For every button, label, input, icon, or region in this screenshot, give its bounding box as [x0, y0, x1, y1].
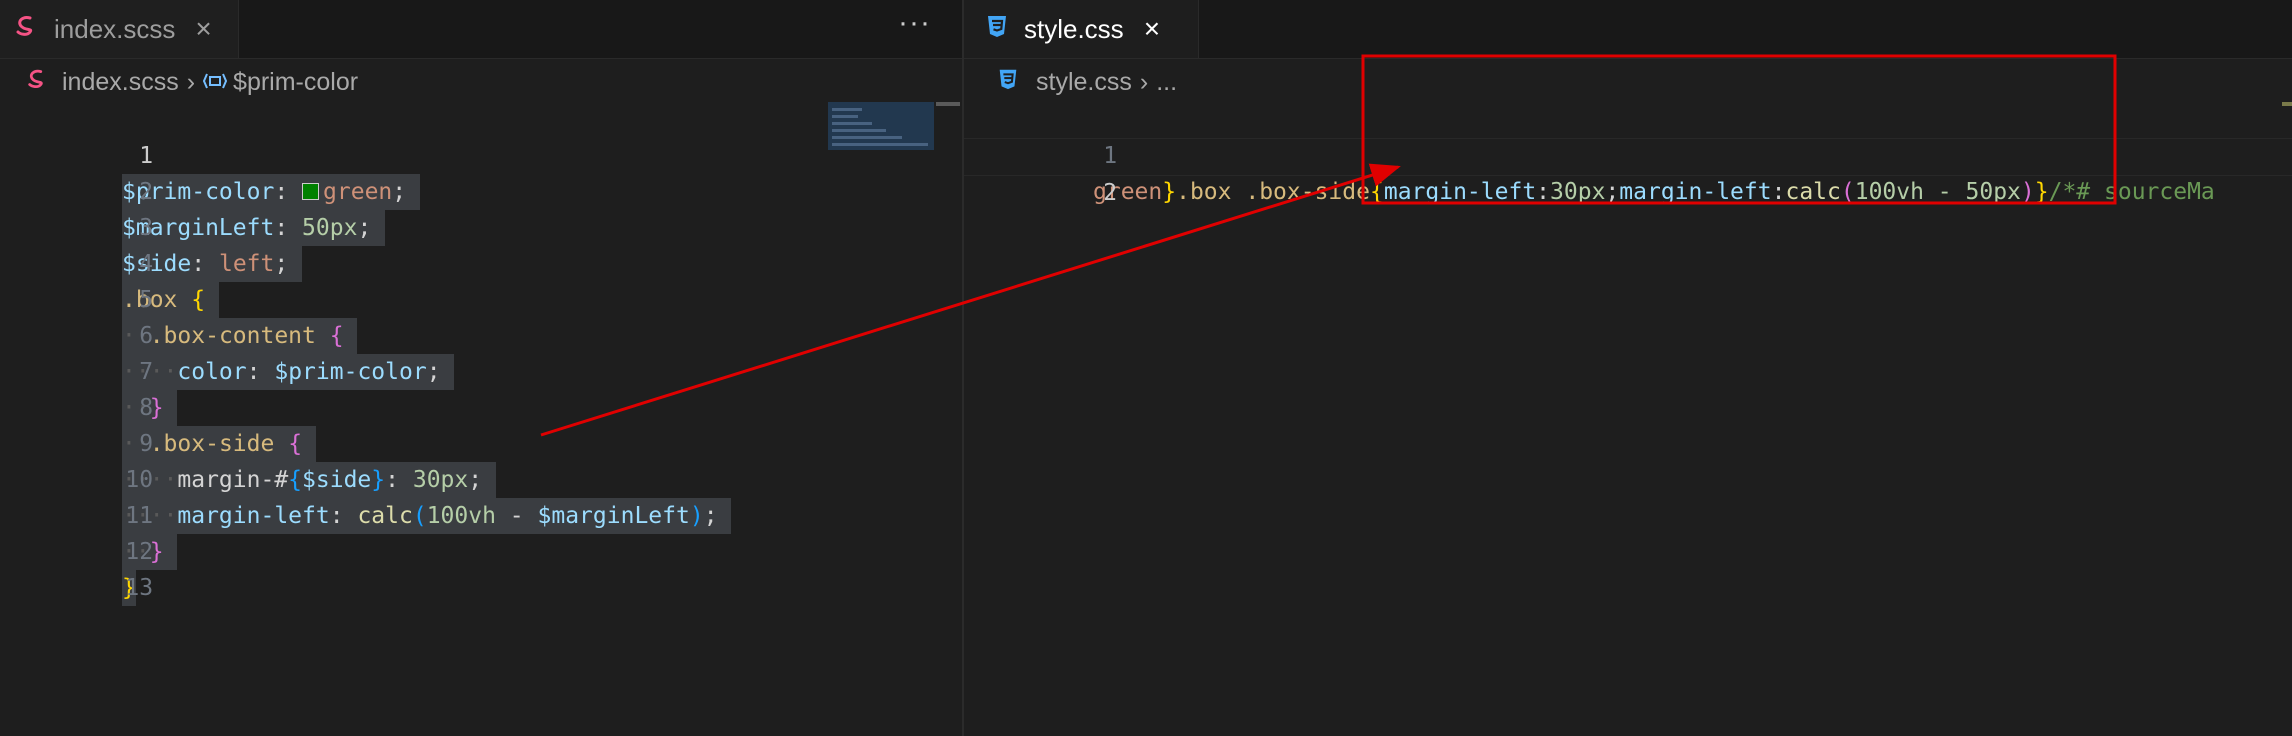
code-line: 8 ··.box-side {	[0, 354, 962, 462]
tab-index-scss[interactable]: index.scss ×	[0, 0, 239, 58]
css3-icon	[984, 13, 1010, 46]
code-line: 10 ····margin-left: calc(100vh - $margin…	[0, 426, 962, 534]
sass-icon	[26, 67, 50, 98]
code-line: 13	[0, 534, 962, 601]
code-line: 5 ··.box-content {	[0, 246, 962, 354]
line-number: 13	[125, 575, 154, 601]
code-line: 12 }	[0, 498, 962, 606]
left-editor-group: index.scss × ··· index.scss › $prim-colo…	[0, 0, 962, 736]
code-line: 11 ··}	[0, 462, 962, 570]
code-line: 1 $prim-color: green;	[0, 102, 962, 210]
tab-label: style.css	[1024, 13, 1124, 44]
scss-code-editor[interactable]: 1 $prim-color: green; 2 $marginLeft: 50p…	[0, 102, 962, 736]
code-line: 6 ····color: $prim-color;	[0, 282, 962, 390]
right-editor-group: style.css × style.css › ... 1 green}.box…	[964, 0, 2292, 736]
tab-style-css[interactable]: style.css ×	[964, 0, 1199, 58]
css-code-editor[interactable]: 1 green}.box .box-side{margin-left:30px;…	[964, 102, 2292, 736]
breadcrumb: index.scss › $prim-color	[0, 62, 962, 102]
css3-icon	[996, 67, 1020, 98]
breadcrumb-symbol[interactable]: $prim-color	[233, 68, 358, 97]
close-tab-icon[interactable]: ×	[195, 13, 211, 45]
tab-label: index.scss	[54, 13, 176, 44]
close-tab-icon[interactable]: ×	[1144, 13, 1160, 45]
breadcrumb-file[interactable]: style.css	[1036, 68, 1132, 97]
chevron-right-icon: ›	[1139, 67, 1149, 96]
variable-symbol-icon	[202, 68, 228, 97]
code-line: 9 ····margin-#{$side}: 30px;	[0, 390, 962, 498]
code-line: 4 .box {	[0, 210, 962, 318]
more-actions-icon[interactable]: ···	[898, 6, 931, 40]
breadcrumb-more[interactable]: ...	[1156, 68, 1177, 97]
sass-icon	[14, 13, 40, 46]
right-tab-bar: style.css ×	[964, 0, 2292, 59]
code-line: 1 green}.box .box-side{margin-left:30px;…	[964, 102, 2292, 205]
code-line: 3 $side: left;	[0, 174, 962, 282]
chevron-right-icon: ›	[186, 67, 196, 96]
code-line: 7 ··}	[0, 318, 962, 426]
breadcrumb-file[interactable]: index.scss	[62, 68, 179, 97]
code-line: 2	[964, 138, 2292, 206]
code-line: 2 $marginLeft: 50px;	[0, 138, 962, 246]
left-tab-bar: index.scss × ···	[0, 0, 962, 59]
line-number: 2	[1103, 180, 1118, 206]
breadcrumb: style.css › ...	[964, 62, 2292, 102]
line-content: green}.box .box-side{margin-left:30px;ma…	[1093, 179, 2215, 205]
